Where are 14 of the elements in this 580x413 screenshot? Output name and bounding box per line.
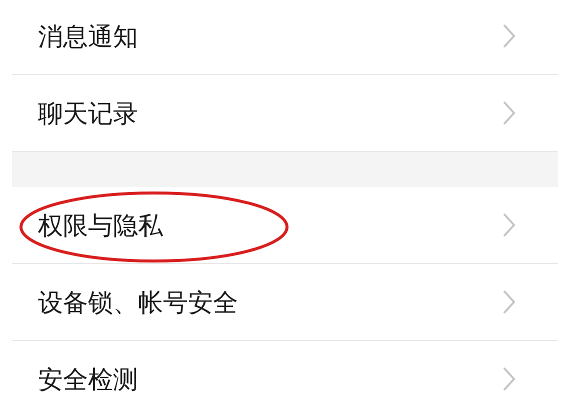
item-label: 安全检测	[38, 364, 138, 396]
chevron-icon	[502, 289, 516, 315]
chevron-icon	[502, 366, 516, 392]
item-label: 聊天记录	[38, 98, 138, 130]
chevron-icon	[502, 212, 516, 238]
item-label: 权限与隐私	[38, 210, 163, 242]
chevron-icon	[502, 23, 516, 49]
settings-item[interactable]: 设备锁、帐号安全	[12, 264, 558, 341]
settings-item[interactable]: 安全检测	[12, 341, 558, 413]
settings-item[interactable]: 权限与隐私	[12, 187, 558, 264]
item-label: 设备锁、帐号安全	[38, 286, 238, 318]
item-label: 消息通知	[38, 20, 138, 52]
chevron-icon	[502, 100, 516, 126]
settings-item[interactable]: 消息通知	[12, 0, 558, 75]
